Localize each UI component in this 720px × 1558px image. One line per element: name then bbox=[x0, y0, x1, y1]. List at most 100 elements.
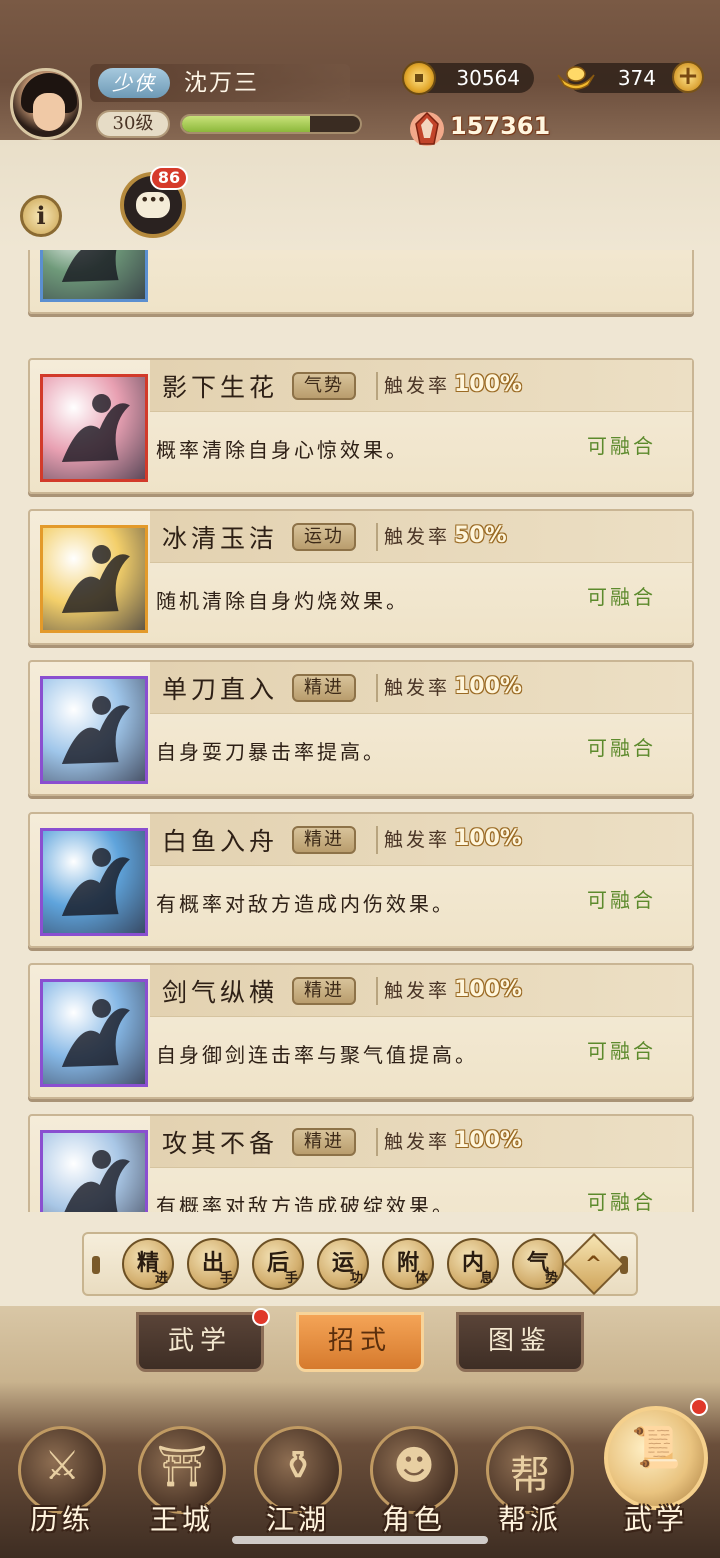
notification-dot bbox=[252, 1308, 270, 1326]
nav-item[interactable]: ⚱ 江湖 bbox=[246, 1406, 350, 1546]
skill-description: 有概率对敌方造成破绽效果。 bbox=[156, 1194, 455, 1212]
surprise-attack-icon bbox=[40, 1130, 148, 1212]
player-title-badge: 少侠 bbox=[98, 68, 170, 98]
trigger-rate-label: 触发率 bbox=[376, 1128, 450, 1156]
skill-name: 单刀直入 bbox=[162, 675, 279, 704]
fusion-status[interactable]: 可融合 bbox=[587, 884, 656, 913]
player-name: 沈万三 bbox=[184, 70, 259, 96]
fist-icon bbox=[40, 250, 148, 302]
avatar-face bbox=[33, 93, 65, 131]
trigger-rate-value: 100% bbox=[454, 826, 522, 851]
nav-glyph: ⚔ bbox=[44, 1443, 80, 1489]
skill-category-tag: 精进 bbox=[292, 1128, 356, 1156]
skill-card[interactable]: 自身拳掌增伤和拳掌攻击提高。 已融合 bbox=[28, 250, 694, 314]
combat-power: 157361 bbox=[450, 112, 551, 140]
trigger-rate-label: 触发率 bbox=[376, 826, 450, 854]
filter-button[interactable]: 附体 bbox=[382, 1238, 434, 1290]
gold-currency[interactable]: 374 + bbox=[557, 61, 704, 93]
blade-swordsman-icon bbox=[40, 676, 148, 784]
info-button[interactable]: i bbox=[20, 195, 62, 237]
fusion-status[interactable]: 可融合 bbox=[587, 1186, 656, 1212]
skill-description: 随机清除自身灼烧效果。 bbox=[156, 589, 409, 613]
skill-card[interactable]: 剑气纵横 精进 触发率 100% 自身御剑连击率与聚气值提高。 可融合 bbox=[28, 963, 694, 1099]
nav-item[interactable]: 📜 武学 bbox=[604, 1406, 708, 1546]
header-panel bbox=[0, 140, 720, 250]
skill-name: 冰清玉洁 bbox=[162, 524, 279, 553]
notification-dot bbox=[690, 1398, 708, 1416]
skill-card[interactable]: 白鱼入舟 精进 触发率 100% 有概率对敌方造成内伤效果。 可融合 bbox=[28, 812, 694, 948]
nav-item[interactable]: ⛩ 王城 bbox=[130, 1406, 234, 1546]
player-avatar[interactable] bbox=[10, 68, 82, 140]
filter-button[interactable]: 出手 bbox=[187, 1238, 239, 1290]
nav-label: 历练 bbox=[29, 1503, 94, 1536]
filter-bar: ^ 精进出手后手运功附体内息气势 bbox=[82, 1232, 638, 1296]
trigger-rate-value: 100% bbox=[454, 372, 522, 397]
white-fish-icon bbox=[40, 828, 148, 936]
gold-amount: 374 bbox=[617, 66, 656, 90]
nav-label: 角色 bbox=[381, 1503, 446, 1536]
skill-description: 概率清除自身心惊效果。 bbox=[156, 438, 409, 462]
filter-button[interactable]: 精进 bbox=[122, 1238, 174, 1290]
skill-category-tag: 精进 bbox=[292, 826, 356, 854]
gold-ingot-icon bbox=[557, 66, 595, 90]
add-gold-icon[interactable]: + bbox=[672, 61, 704, 93]
nav-glyph: ⚱ bbox=[281, 1443, 315, 1489]
nav-glyph: ⛩ bbox=[156, 1444, 208, 1490]
skill-name: 攻其不备 bbox=[162, 1129, 279, 1158]
skill-card[interactable]: 攻其不备 精进 触发率 100% 有概率对敌方造成破绽效果。 可融合 bbox=[28, 1114, 694, 1212]
trigger-rate-label: 触发率 bbox=[376, 674, 450, 702]
trigger-rate-label: 触发率 bbox=[376, 372, 450, 400]
player-level: 30级 bbox=[96, 110, 170, 138]
skill-card[interactable]: 单刀直入 精进 触发率 100% 自身耍刀暴击率提高。 可融合 bbox=[28, 660, 694, 796]
skill-card[interactable]: 影下生花 气势 触发率 100% 概率清除自身心惊效果。 可融合 bbox=[28, 358, 694, 494]
ninja-flower-icon bbox=[40, 374, 148, 482]
chevron-up-icon: ^ bbox=[585, 1251, 602, 1276]
copper-currency[interactable]: 30564 bbox=[402, 61, 534, 95]
filter-button[interactable]: 气势 bbox=[512, 1238, 564, 1290]
skill-description: 有概率对敌方造成内伤效果。 bbox=[156, 892, 455, 916]
exp-bar bbox=[180, 114, 362, 134]
power-gem-icon bbox=[410, 111, 444, 146]
nav-label: 帮派 bbox=[497, 1503, 562, 1536]
filter-sub-char: 体 bbox=[414, 1271, 428, 1286]
trigger-rate-value: 100% bbox=[454, 977, 522, 1002]
filter-sub-char: 手 bbox=[219, 1271, 233, 1286]
sub-tab[interactable]: 招式 bbox=[296, 1312, 424, 1372]
exp-bar-fill bbox=[182, 116, 311, 132]
home-indicator bbox=[232, 1536, 488, 1544]
trigger-rate-label: 触发率 bbox=[376, 523, 450, 551]
skill-card[interactable]: 冰清玉洁 运功 触发率 50% 随机清除自身灼烧效果。 可融合 bbox=[28, 509, 694, 645]
fusion-status[interactable]: 可融合 bbox=[587, 1035, 656, 1064]
nav-glyph: ☻ bbox=[393, 1443, 435, 1489]
sword-qi-icon bbox=[40, 979, 148, 1087]
fusion-status[interactable]: 可融合 bbox=[587, 581, 656, 610]
skill-name: 白鱼入舟 bbox=[162, 827, 279, 856]
skill-list[interactable]: 自身拳掌增伤和拳掌攻击提高。 已融合 影下生花 气势 触发率 100% 概率清除… bbox=[0, 250, 720, 1212]
fusion-status[interactable]: 可融合 bbox=[587, 430, 656, 459]
nav-glyph: 📜 bbox=[631, 1425, 681, 1471]
filter-button[interactable]: 后手 bbox=[252, 1238, 304, 1290]
nav-item[interactable]: ⚔ 历练 bbox=[10, 1406, 114, 1546]
skill-name: 剑气纵横 bbox=[162, 978, 279, 1007]
nav-item[interactable]: 帮帮派 bbox=[478, 1406, 582, 1546]
filter-sub-char: 进 bbox=[154, 1271, 168, 1286]
sub-tab[interactable]: 武学 bbox=[136, 1312, 264, 1372]
filter-button[interactable]: 运功 bbox=[317, 1238, 369, 1290]
collapse-filter-button[interactable]: ^ bbox=[562, 1232, 626, 1296]
chat-unread-badge: 86 bbox=[150, 166, 188, 190]
nav-item[interactable]: ☻ 角色 bbox=[362, 1406, 466, 1546]
skill-category-tag: 气势 bbox=[292, 372, 356, 400]
trigger-rate-value: 50% bbox=[454, 523, 507, 548]
trigger-rate-value: 100% bbox=[454, 1128, 522, 1153]
skill-description: 自身耍刀暴击率提高。 bbox=[156, 740, 386, 764]
fusion-status[interactable]: 可融合 bbox=[587, 732, 656, 761]
skill-category-tag: 运功 bbox=[292, 523, 356, 551]
name-plate: 少侠 沈万三 bbox=[90, 64, 350, 102]
filter-button[interactable]: 内息 bbox=[447, 1238, 499, 1290]
chat-icon bbox=[136, 190, 170, 218]
skill-name: 影下生花 bbox=[162, 373, 279, 402]
copper-coin-icon bbox=[402, 61, 436, 95]
filter-sub-char: 手 bbox=[284, 1271, 298, 1286]
sub-tab[interactable]: 图鉴 bbox=[456, 1312, 584, 1372]
nav-label: 武学 bbox=[623, 1503, 688, 1536]
